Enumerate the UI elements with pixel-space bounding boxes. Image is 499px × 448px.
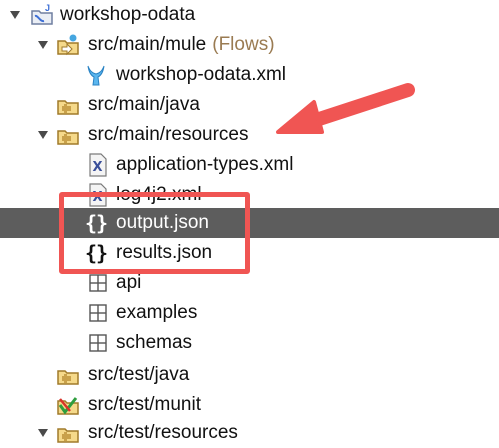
mule-folder-icon [56, 33, 80, 57]
tree-item-label: src/main/resources [88, 124, 249, 145]
source-folder-icon [56, 123, 80, 147]
expand-chevron-icon[interactable] [36, 128, 50, 142]
tree-item-label: api [116, 272, 142, 293]
package-icon [86, 331, 110, 355]
tree-item-label: workshop-odata [60, 4, 196, 25]
tree-row-src-test-munit[interactable]: src/test/munit [0, 390, 499, 420]
folder-decoration: (Flows) [212, 34, 275, 55]
project-icon: J [30, 3, 54, 27]
annotation-arrow-icon [276, 83, 415, 134]
tree-row-src-test-resources[interactable]: src/test/resources [0, 418, 499, 448]
source-folder-icon [56, 421, 80, 445]
svg-text:J: J [45, 3, 50, 13]
tree-row-src-main-mule[interactable]: src/main/mule (Flows) [0, 30, 499, 60]
mule-flow-file-icon [84, 63, 108, 87]
source-folder-icon [56, 363, 80, 387]
tree-item-label: src/test/munit [88, 394, 201, 415]
tree-row-workshop-odata-xml[interactable]: workshop-odata.xml [0, 60, 499, 90]
tree-row-src-main-resources[interactable]: src/main/resources [0, 120, 499, 150]
xml-file-icon: X [86, 153, 110, 177]
tree-item-label: src/main/mule (Flows) [88, 34, 275, 56]
munit-folder-icon [56, 393, 80, 417]
tree-item-label: workshop-odata.xml [116, 64, 287, 85]
tree-item-label: schemas [116, 332, 193, 353]
expand-chevron-icon[interactable] [36, 38, 50, 52]
tree-row-src-test-java[interactable]: src/test/java [0, 360, 499, 390]
source-folder-icon [56, 93, 80, 117]
expand-chevron-icon[interactable] [36, 426, 50, 440]
tree-item-label: application-types.xml [116, 154, 294, 175]
tree-row-src-main-java[interactable]: src/main/java [0, 90, 499, 120]
svg-text:X: X [93, 160, 103, 175]
folder-name: src/main/mule [88, 34, 207, 55]
package-icon [86, 301, 110, 325]
highlight-box [59, 192, 250, 274]
package-icon [86, 271, 110, 295]
tree-row-schemas[interactable]: schemas [0, 328, 499, 358]
tree-item-label: src/main/java [88, 94, 200, 115]
tree-row-application-types-xml[interactable]: X application-types.xml [0, 150, 499, 180]
tree-row-workshop-odata[interactable]: J workshop-odata [0, 0, 499, 30]
tree-row-examples[interactable]: examples [0, 298, 499, 328]
tree-item-label: src/test/java [88, 364, 190, 385]
tree-item-label: examples [116, 302, 198, 323]
expand-chevron-icon[interactable] [8, 8, 22, 22]
